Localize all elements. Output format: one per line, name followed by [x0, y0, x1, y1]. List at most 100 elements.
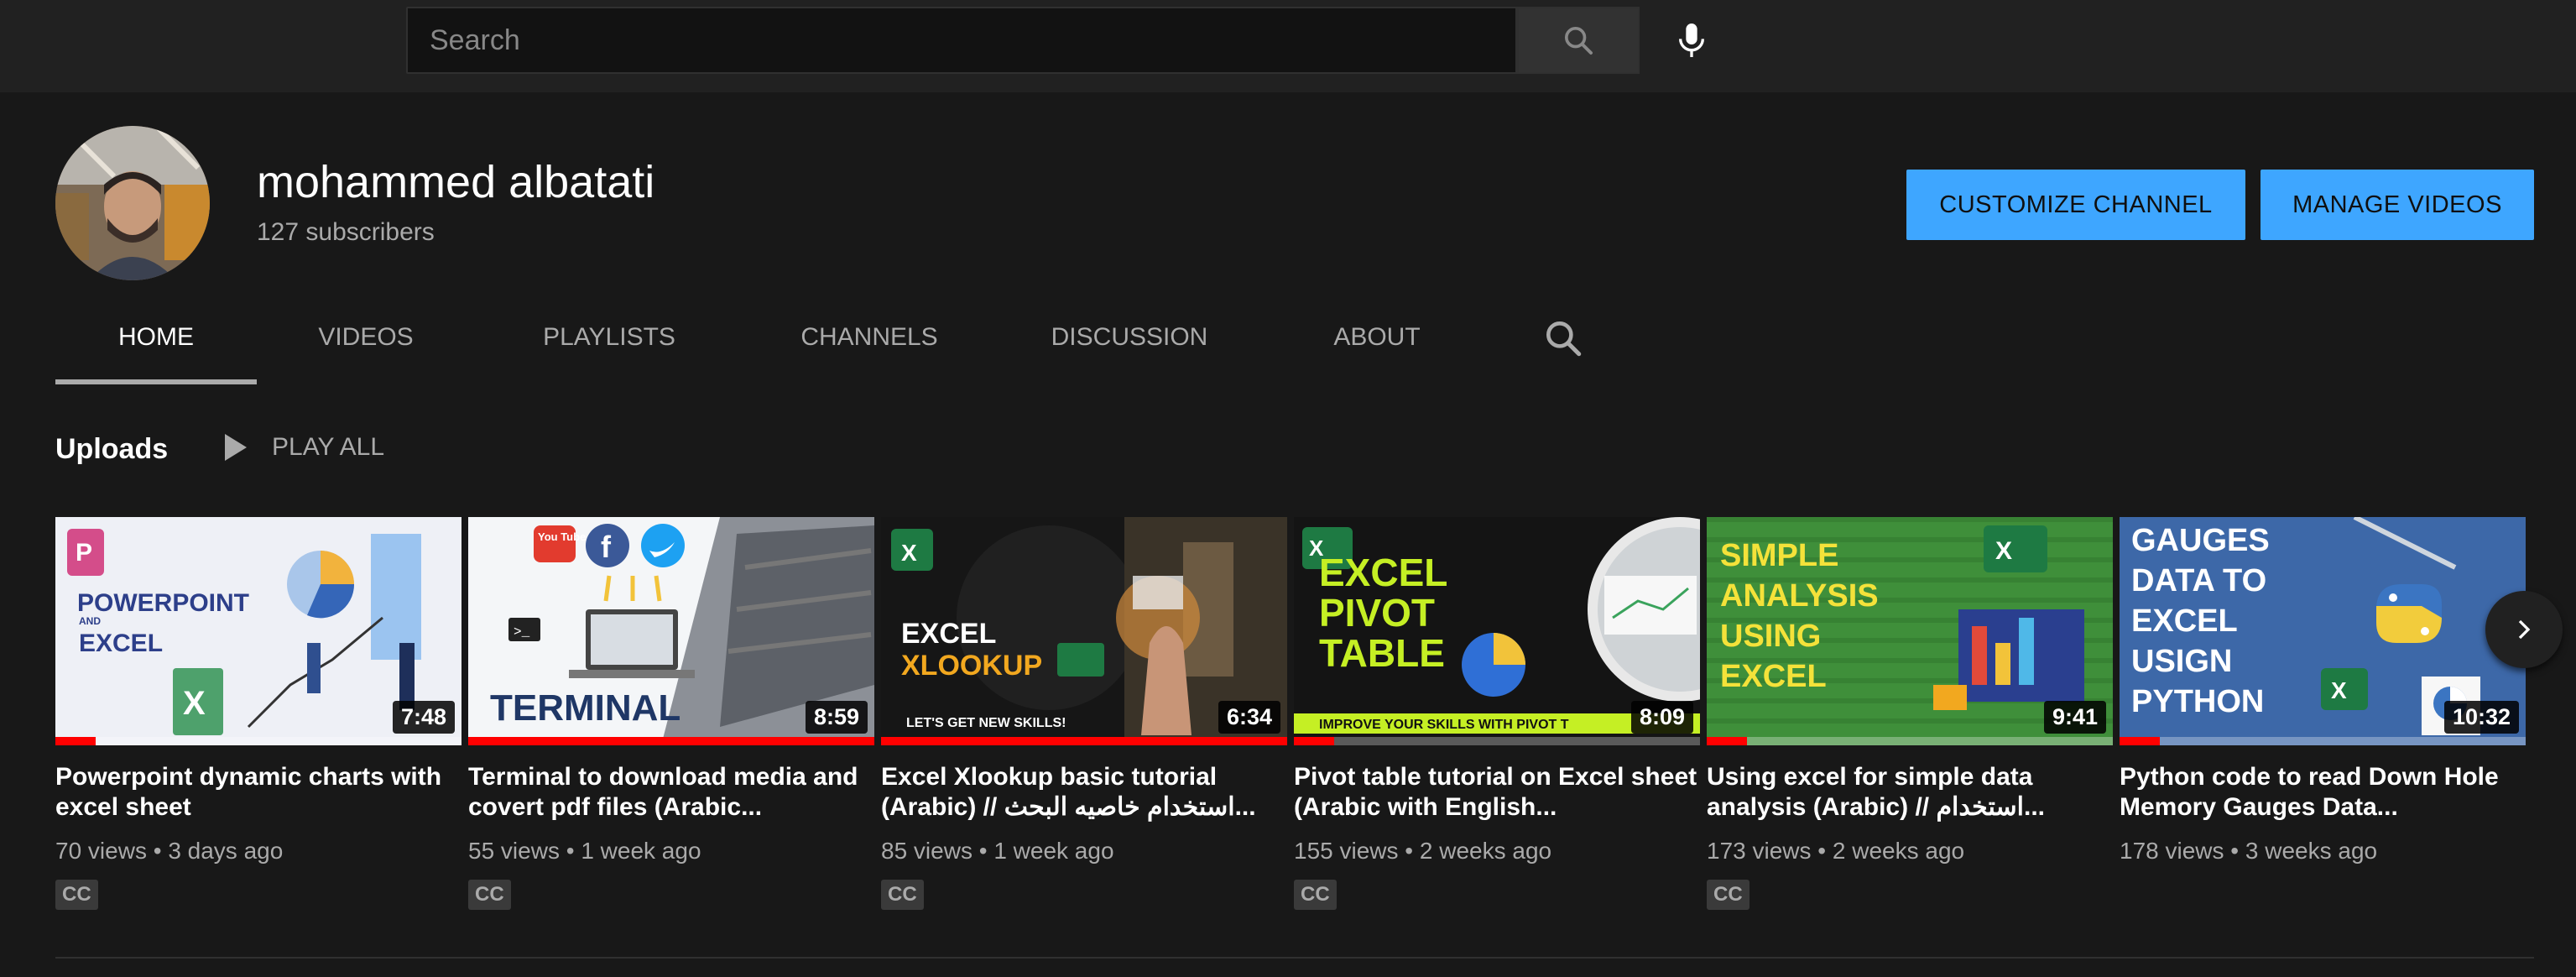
customize-channel-button[interactable]: CUSTOMIZE CHANNEL [1906, 170, 2245, 240]
tab-videos[interactable]: VIDEOS [257, 290, 475, 384]
video-title[interactable]: Pivot table tutorial on Excel sheet (Ara… [1294, 762, 1700, 823]
cc-badge: CC [1707, 880, 1749, 910]
upload-age: 1 week ago [993, 838, 1114, 864]
tab-about[interactable]: ABOUT [1264, 290, 1490, 384]
watch-progress-fill [468, 737, 874, 745]
svg-text:P: P [76, 539, 92, 567]
video-card[interactable]: X GAUGES DATA TO EXCEL USIGN PYTHON 10:3… [2120, 517, 2526, 865]
video-thumbnail[interactable]: X GAUGES DATA TO EXCEL USIGN PYTHON 10:3… [2120, 517, 2526, 745]
watch-progress [468, 737, 874, 745]
voice-search-button[interactable] [1666, 15, 1717, 65]
video-meta: 178 views • 3 weeks ago [2120, 838, 2378, 864]
duration-badge: 6:34 [1218, 701, 1280, 734]
video-meta: 85 views • 1 week ago [881, 838, 1114, 864]
video-title[interactable]: Using excel for simple data analysis (Ar… [1707, 762, 2113, 823]
tab-home[interactable]: HOME [55, 290, 257, 384]
thumb-text: LET'S GET NEW SKILLS! [906, 716, 1066, 730]
video-meta: 55 views • 1 week ago [468, 838, 701, 864]
view-count: 55 views [468, 838, 560, 864]
cc-badge: CC [55, 880, 98, 910]
video-title[interactable]: Terminal to download media and covert pd… [468, 762, 874, 823]
view-count: 70 views [55, 838, 147, 864]
thumb-text: You Tube [538, 530, 586, 543]
upload-age: 3 days ago [168, 838, 284, 864]
svg-text:X: X [901, 540, 917, 566]
uploads-shelf: Uploads PLAY ALL P X POWERPOINT AND EXCE… [0, 386, 2576, 977]
thumb-text: IMPROVE YOUR SKILLS WITH PIVOT T [1319, 718, 1569, 732]
video-card[interactable]: X SIMPLE ANALYSIS USING EXCEL 9:41 Using… [1707, 517, 2113, 910]
watch-progress-fill [55, 737, 96, 745]
video-title[interactable]: Powerpoint dynamic charts with excel she… [55, 762, 461, 823]
video-thumbnail[interactable]: X EXCEL PIVOT TABLE IMPROVE YOUR SKILLS … [1294, 517, 1700, 745]
video-card[interactable]: X EXCEL PIVOT TABLE IMPROVE YOUR SKILLS … [1294, 517, 1700, 910]
search-icon [1565, 27, 1593, 55]
upload-age: 2 weeks ago [1832, 838, 1965, 864]
thumb-text: EXCEL [2131, 603, 2238, 639]
thumb-text: ANALYSIS [1720, 578, 1879, 614]
watch-progress [55, 737, 461, 745]
thumb-text: PIVOT [1319, 591, 1435, 635]
video-thumbnail[interactable]: P X POWERPOINT AND EXCEL 7:48 [55, 517, 461, 745]
video-meta: 173 views • 2 weeks ago [1707, 838, 1965, 864]
watch-progress [2120, 737, 2526, 745]
watch-progress-fill [1707, 737, 1748, 745]
play-all-button[interactable]: PLAY ALL [225, 433, 384, 462]
shelf-title[interactable]: Uploads [55, 433, 168, 466]
thumb-text: TABLE [1319, 631, 1445, 675]
tab-channels[interactable]: CHANNELS [743, 290, 995, 384]
duration-badge: 9:41 [2043, 701, 2106, 734]
thumb-text: TERMINAL [490, 687, 681, 729]
watch-progress [881, 737, 1287, 745]
masthead [0, 0, 2576, 92]
search-box [406, 7, 1517, 74]
view-count: 178 views [2120, 838, 2224, 864]
subscriber-count: 127 subscribers [257, 218, 435, 246]
thumb-text: POWERPOINT [77, 589, 249, 617]
avatar[interactable] [55, 126, 210, 280]
thumb-text: DATA TO [2131, 563, 2266, 598]
video-meta: 155 views • 2 weeks ago [1294, 838, 1552, 864]
video-card[interactable]: X EXCEL XLOOKUP LET'S GET NEW SKILLS! 6:… [881, 517, 1287, 910]
video-card[interactable]: You Tube f >_ TERMINAL 8:59 Terminal to … [468, 517, 874, 910]
chevron-right-icon [2518, 619, 2531, 640]
manage-videos-button[interactable]: MANAGE VIDEOS [2261, 170, 2534, 240]
channel-search-icon[interactable] [1542, 317, 1584, 359]
duration-badge: 8:59 [805, 701, 868, 734]
duration-badge: 8:09 [1630, 701, 1693, 734]
svg-text:f: f [601, 530, 612, 564]
tab-playlists[interactable]: PLAYLISTS [475, 290, 743, 384]
video-thumbnail[interactable]: X SIMPLE ANALYSIS USING EXCEL 9:41 [1707, 517, 2113, 745]
tab-discussion[interactable]: DISCUSSION [995, 290, 1264, 384]
duration-badge: 10:32 [2443, 701, 2519, 734]
duration-badge: 7:48 [392, 701, 455, 734]
play-icon [225, 434, 247, 461]
view-count: 155 views [1294, 838, 1399, 864]
upload-age: 3 weeks ago [2245, 838, 2378, 864]
watch-progress [1707, 737, 2113, 745]
search-button[interactable] [1517, 7, 1640, 74]
svg-text:X: X [1995, 537, 2012, 565]
video-meta: 70 views • 3 days ago [55, 838, 284, 864]
video-thumbnail[interactable]: X EXCEL XLOOKUP LET'S GET NEW SKILLS! 6:… [881, 517, 1287, 745]
watch-progress-fill [1294, 737, 1335, 745]
cc-badge: CC [468, 880, 511, 910]
thumb-text: XLOOKUP [901, 650, 1042, 682]
watch-progress-fill [881, 737, 1287, 745]
search-input[interactable] [408, 8, 1515, 72]
shelf-next-button[interactable] [2485, 591, 2563, 668]
thumb-text: GAUGES [2131, 523, 2270, 558]
watch-progress [1294, 737, 1700, 745]
thumb-text: EXCEL [79, 630, 163, 657]
cc-badge: CC [1294, 880, 1337, 910]
video-card[interactable]: P X POWERPOINT AND EXCEL 7:48 Powerpoint… [55, 517, 461, 910]
play-all-label: PLAY ALL [272, 433, 385, 461]
view-count: 85 views [881, 838, 973, 864]
video-thumbnail[interactable]: You Tube f >_ TERMINAL 8:59 [468, 517, 874, 745]
thumb-text: USING [1720, 619, 1821, 654]
thumb-text: EXCEL [901, 618, 996, 650]
video-title[interactable]: Python code to read Down Hole Memory Gau… [2120, 762, 2526, 823]
svg-text:>_: >_ [514, 624, 530, 640]
section-divider [55, 957, 2534, 959]
thumb-text: AND [79, 615, 101, 627]
video-title[interactable]: Excel Xlookup basic tutorial (Arabic) //… [881, 762, 1287, 823]
